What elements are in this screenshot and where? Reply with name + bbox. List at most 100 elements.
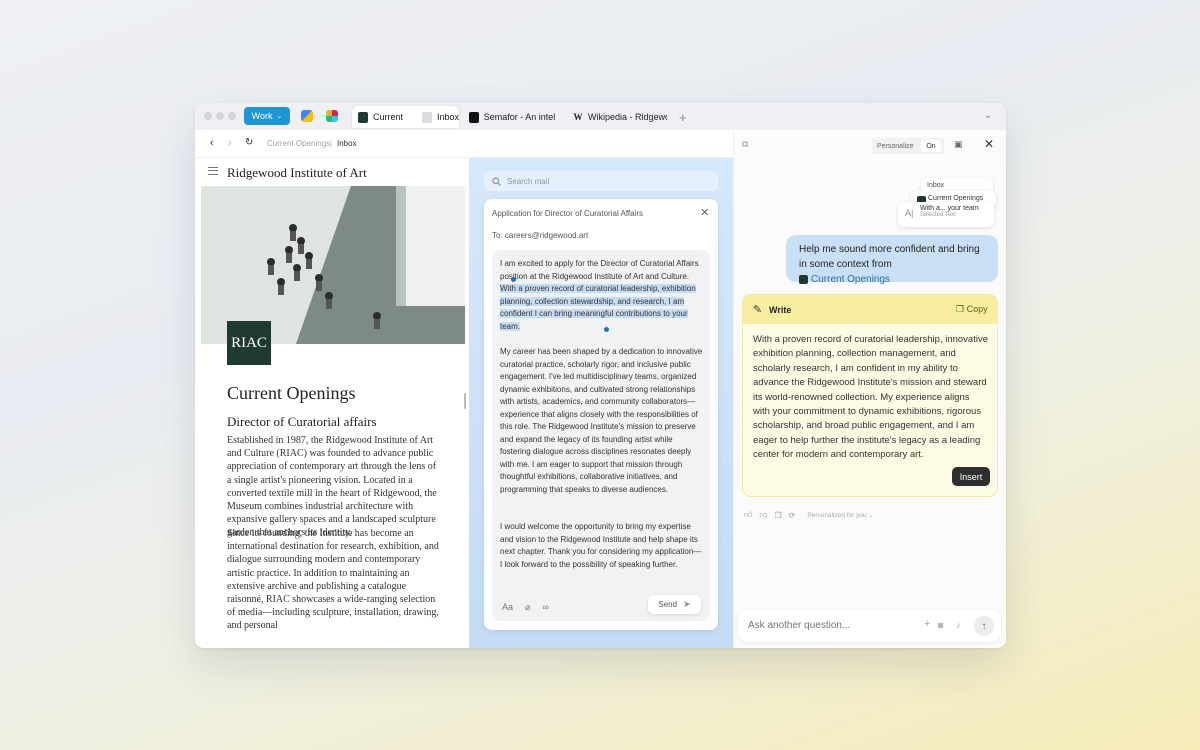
personalized-note-label: Personalized for you (807, 512, 867, 519)
new-chat-icon[interactable]: ⧉ (742, 139, 748, 150)
site-header: Ridgewood Institute of Art (201, 158, 465, 186)
tab-wikipedia[interactable]: W Wikipedia - Ridgewoo (567, 106, 667, 128)
paragraph: Since its founding, the Institute has be… (227, 528, 439, 632)
semafor-favicon-icon (469, 111, 479, 123)
breadcrumb-separator: | (330, 139, 333, 148)
new-tab-button[interactable]: + (679, 110, 687, 125)
tab-semafor[interactable]: Semafor - An intellig (463, 106, 555, 128)
tab-overview-button[interactable]: ⌄ (984, 110, 992, 121)
personalized-note[interactable]: Personalized for you ⌄ (807, 511, 874, 519)
camera-icon[interactable]: ◙ (938, 620, 943, 630)
copy-button[interactable]: ❐ Copy (956, 304, 988, 315)
riac-favicon-icon (799, 275, 808, 284)
personalize-state: On (921, 140, 941, 152)
link-icon[interactable]: ∞ (542, 602, 548, 613)
close-icon[interactable]: ✕ (700, 206, 709, 219)
regenerate-icon[interactable]: ⟳ (789, 511, 796, 520)
copy-label: Copy (966, 304, 988, 314)
email-recipient[interactable]: To: careers@ridgewood.art (492, 231, 588, 240)
email-body[interactable]: I am excited to apply for the Director o… (492, 250, 710, 621)
send-arrow-button[interactable]: ↑ (974, 616, 994, 636)
personalize-label: Personalize (877, 142, 914, 150)
page-heading: Current Openings (227, 383, 356, 403)
tab-label: Inbox (436, 112, 459, 122)
email-paragraph: I would welcome the opportunity to bring… (500, 522, 702, 569)
split-resize-handle[interactable] (464, 393, 466, 409)
space-label: Work (251, 111, 273, 121)
job-title: Director of Curatorial affairs (227, 414, 377, 429)
site-title[interactable]: Ridgewood Institute of Art (227, 165, 367, 181)
selected-text: With a proven record of curatorial leade… (500, 284, 696, 331)
send-label: Send (658, 600, 678, 609)
tab-label: Wikipedia - Ridgewoo (587, 112, 667, 122)
reload-icon[interactable]: ↻ (245, 137, 253, 148)
selection-end-handle[interactable] (604, 327, 609, 332)
email-paragraph: My career has been shaped by a dedicatio… (500, 347, 703, 494)
chevron-down-icon: ⌄ (276, 113, 283, 120)
write-header: ✎ Write ❐ Copy (743, 295, 997, 324)
context-chip-label: Current Openings (811, 274, 890, 285)
forward-arrow-icon[interactable]: › (228, 137, 232, 149)
sidebar-layout-icon[interactable]: ▣ (954, 139, 963, 150)
text-format-icon[interactable]: Aa (502, 602, 513, 613)
calendar-pinned-icon[interactable] (301, 110, 313, 122)
send-button[interactable]: Send ➤ (648, 595, 701, 614)
thumbs-up-icon[interactable]: 👍︎ (744, 510, 752, 520)
selection-start-handle[interactable] (511, 277, 516, 282)
search-mail-field[interactable]: Search mail (484, 171, 718, 191)
back-arrow-icon[interactable]: ‹ (210, 137, 214, 149)
context-label: Inbox (927, 182, 945, 189)
user-message: Help me sound more confident and bring i… (786, 235, 998, 285)
email-subject[interactable]: Application for Director of Curatorial A… (492, 209, 643, 218)
thumbs-down-icon[interactable]: 👎︎ (759, 510, 767, 520)
context-label: Current Openings (928, 195, 984, 202)
nav-bar: ‹ › ↻ Current Openings | Inbox (195, 130, 733, 158)
microphone-icon[interactable]: ♪ (956, 620, 961, 630)
breadcrumb-parent[interactable]: Current Openings (267, 139, 330, 148)
space-switcher-button[interactable]: Work ⌄ (244, 107, 290, 125)
attach-icon[interactable]: ⌀ (525, 602, 530, 613)
paragraph: Established in 1987, the Ridgewood Insti… (227, 435, 437, 539)
context-label: With a... your team (920, 205, 979, 212)
tab-current-openings[interactable]: Current Inbox (352, 106, 459, 128)
close-icon[interactable]: ✕ (984, 137, 994, 151)
split-view-left: ‹ › ↻ Current Openings | Inbox Ridgewood… (195, 130, 733, 648)
slack-pinned-icon[interactable] (326, 110, 338, 122)
search-icon (492, 176, 501, 186)
tab-label: Current (372, 112, 403, 122)
context-sublabel: Selected Text (920, 212, 956, 218)
window-close-dot[interactable] (204, 112, 212, 120)
feedback-row: 👍︎ 👎︎ ❐ ⟳ Personalized for you ⌄ (744, 510, 874, 520)
riac-website: Ridgewood Institute of Art RIAC Current … (201, 158, 465, 648)
ask-input[interactable] (748, 620, 918, 631)
plus-icon[interactable]: + (924, 618, 930, 630)
search-placeholder: Search mail (507, 176, 550, 186)
response-text: With a proven record of curatorial leade… (753, 334, 988, 461)
riac-favicon-icon (358, 111, 368, 123)
riac-logo: RIAC (227, 321, 271, 365)
compose-window: Application for Director of Curatorial A… (484, 199, 718, 630)
context-card-selected-text[interactable]: A| With a... your team Selected Text (898, 202, 994, 227)
mail-app: Search mail Application for Director of … (469, 158, 733, 648)
window-maximize-dot[interactable] (228, 112, 236, 120)
ask-box: + ◙ ♪ ↑ (738, 610, 1001, 642)
text-selection-icon: A| (905, 208, 914, 218)
copy-icon[interactable]: ❐ (775, 511, 782, 520)
mail-favicon-icon (421, 111, 432, 123)
user-message-text: Help me sound more confident and bring i… (799, 244, 980, 270)
compose-toolbar: Aa ⌀ ∞ (502, 602, 549, 613)
tab-label: Semafor - An intellig (483, 112, 555, 122)
personalize-toggle[interactable]: Personalize On (872, 138, 944, 154)
wikipedia-favicon-icon: W (573, 112, 583, 122)
email-paragraph: I am excited to apply for the Director o… (500, 258, 703, 333)
window-minimize-dot[interactable] (216, 112, 224, 120)
hamburger-menu-icon[interactable] (208, 167, 218, 175)
context-chip[interactable]: Current Openings (799, 272, 890, 287)
tab-bar: Work ⌄ Current Inbox Semafor - An intell… (195, 103, 1006, 130)
browser-window: Work ⌄ Current Inbox Semafor - An intell… (195, 103, 1006, 648)
paper-plane-icon: ➤ (683, 599, 691, 609)
pencil-note-icon: ✎ (753, 304, 763, 316)
email-text: I am excited to apply for the Director o… (500, 259, 699, 281)
write-response-card: ✎ Write ❐ Copy With a proven record of c… (742, 294, 998, 497)
insert-button[interactable]: Insert (952, 467, 990, 486)
